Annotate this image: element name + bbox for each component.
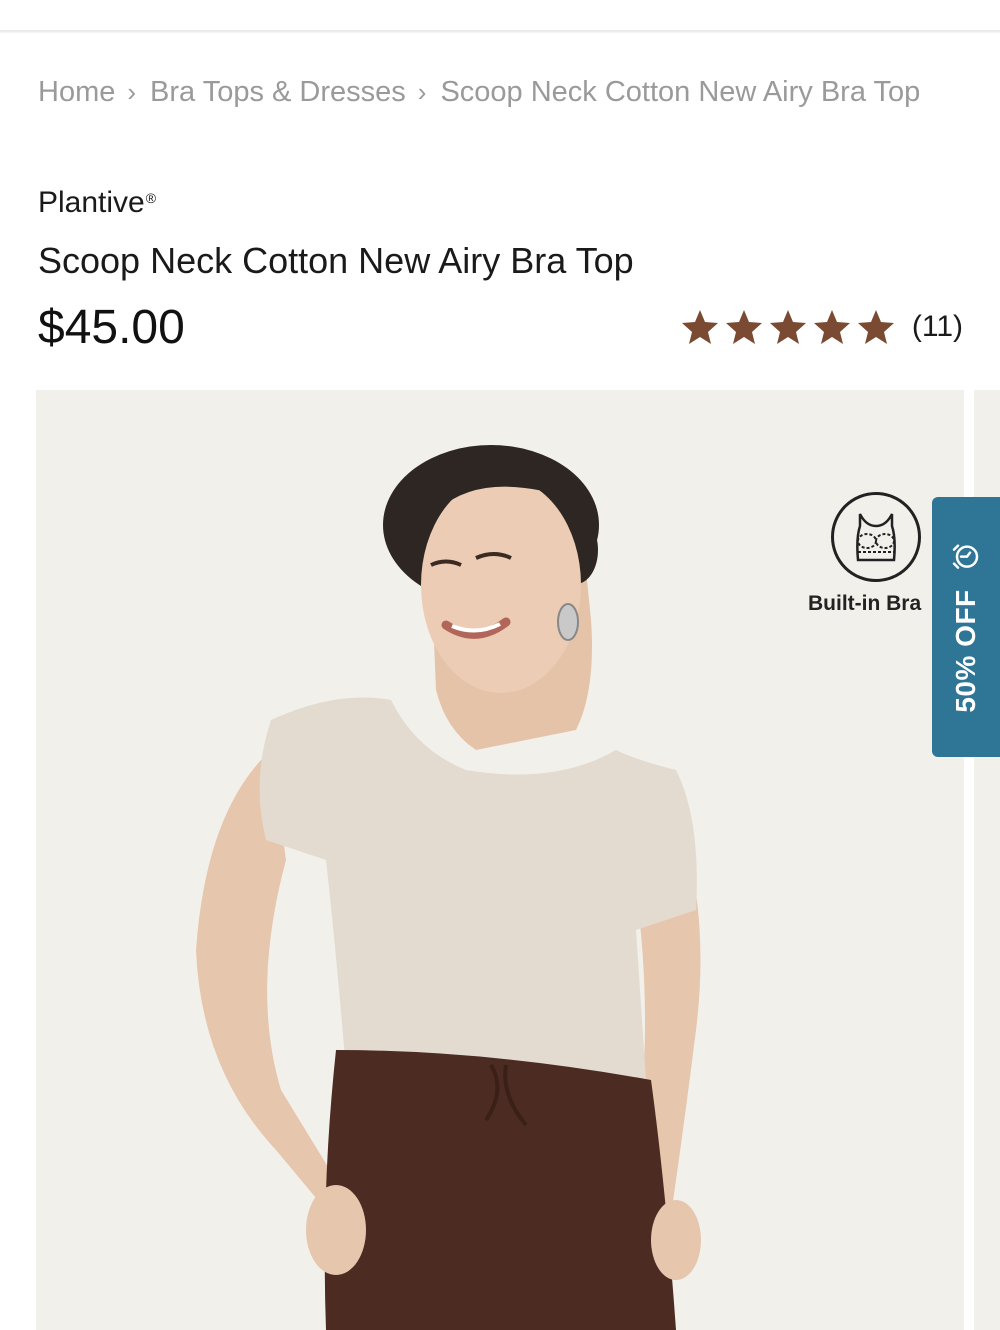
built-in-bra-label: Built-in Bra — [808, 592, 922, 615]
star-icon — [857, 310, 894, 344]
star-icon — [681, 310, 718, 344]
alarm-clock-icon — [952, 544, 979, 569]
brand-name[interactable]: Plantive® — [38, 186, 156, 220]
chevron-right-icon: › — [417, 77, 427, 107]
star-icon — [769, 310, 806, 344]
built-in-bra-badge: Built-in Bra — [806, 492, 946, 616]
breadcrumb-current: Scoop Neck Cotton New Airy Bra Top — [440, 76, 921, 108]
brand-text: Plantive — [38, 186, 145, 219]
breadcrumb-category[interactable]: Bra Tops & Dresses — [150, 76, 406, 108]
rating-stars — [680, 308, 896, 346]
breadcrumb: Home › Bra Tops & Dresses › Scoop Neck Cotto… — [38, 72, 938, 112]
star-icon — [725, 310, 762, 344]
review-count[interactable]: (11) — [912, 310, 963, 344]
product-title: Scoop Neck Cotton New Airy Bra Top — [38, 240, 634, 281]
product-price: $45.00 — [38, 301, 185, 354]
star-icon — [813, 310, 850, 344]
registered-mark: ® — [145, 190, 157, 206]
discount-text: 50% OFF — [950, 589, 981, 713]
discount-promo-tab[interactable]: 50% OFF — [932, 497, 1000, 757]
breadcrumb-home[interactable]: Home — [38, 76, 115, 108]
product-image-gallery[interactable]: Built-in Bra — [36, 390, 964, 1330]
rating-summary[interactable]: (11) — [680, 308, 963, 346]
chevron-right-icon: › — [127, 77, 137, 107]
bra-icon — [831, 492, 921, 582]
header-divider — [0, 30, 1000, 33]
